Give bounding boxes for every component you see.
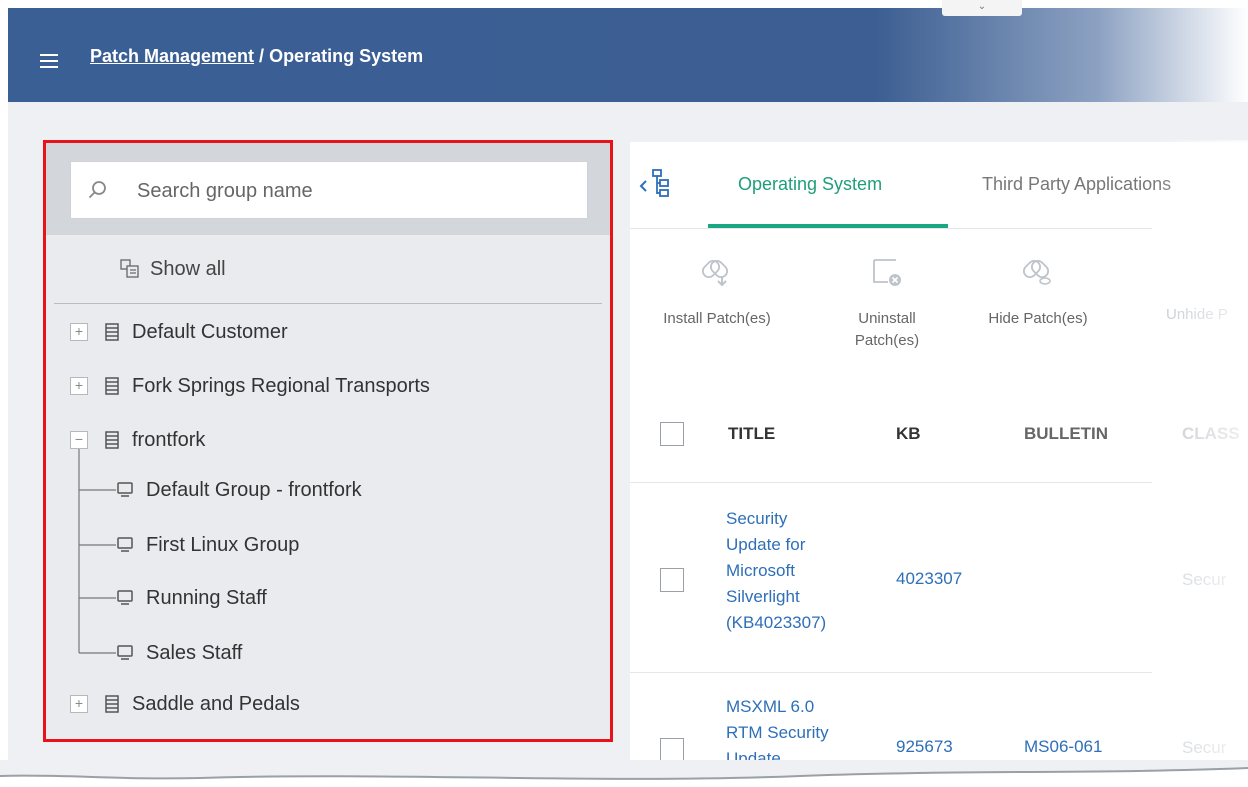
expand-icon[interactable]: + [70, 695, 88, 713]
title-line: Security [726, 509, 788, 528]
title-line: RTM Security [726, 723, 829, 742]
patch-panel: Operating System Third Party Application… [630, 142, 1248, 762]
company-icon [105, 695, 119, 713]
column-header-kb[interactable]: KB [896, 424, 921, 444]
divider [630, 228, 1152, 229]
title-line: (KB4023307) [726, 613, 827, 632]
bulletin-link[interactable]: MS06-061 [1024, 734, 1102, 760]
column-header-bulletin[interactable]: BULLETIN [1024, 424, 1108, 444]
tree-item-first-linux-group[interactable]: First Linux Group [116, 530, 299, 560]
tab-third-party-applications[interactable]: Third Party Applications [982, 174, 1171, 195]
expand-icon[interactable]: + [70, 323, 88, 341]
unhide-patches-button[interactable]: Unhide P [1166, 254, 1248, 326]
column-header-classification[interactable]: CLASS [1182, 424, 1240, 444]
collapse-header-tab[interactable]: ⌄ [942, 0, 1022, 16]
tree-item-label: First Linux Group [146, 533, 300, 556]
tree-item-running-staff[interactable]: Running Staff [116, 583, 267, 613]
column-header-title[interactable]: TITLE [728, 424, 775, 444]
hide-patches-label: Hide Patch(es) [988, 310, 1088, 327]
kb-link[interactable]: 4023307 [896, 566, 962, 592]
row-checkbox[interactable] [660, 568, 684, 592]
expand-icon[interactable]: + [70, 377, 88, 395]
device-group-icon [117, 645, 133, 660]
install-patches-button[interactable]: Install Patch(es) [642, 254, 792, 330]
company-icon [105, 323, 119, 341]
tree-item-frontfork[interactable]: − frontfork [70, 425, 205, 455]
company-icon [105, 431, 119, 449]
toggle-tree-icon[interactable] [636, 166, 670, 200]
title-line: Update for [726, 535, 806, 554]
divider [630, 482, 1152, 483]
tree-item-default-customer[interactable]: + Default Customer [70, 317, 288, 347]
hide-patches-button[interactable]: Hide Patch(es) [976, 254, 1100, 330]
tree-item-label: Sales Staff [146, 641, 243, 664]
tree-item-label: Running Staff [146, 586, 267, 609]
hamburger-menu-icon[interactable] [40, 54, 58, 68]
uninstall-patches-label-line1: Uninstall [858, 310, 916, 327]
tree-item-default-group-frontfork[interactable]: Default Group - frontfork [116, 475, 362, 505]
select-all-checkbox[interactable] [660, 422, 684, 446]
tree-item-sales-staff[interactable]: Sales Staff [116, 638, 242, 668]
breadcrumb: Patch Management / Operating System [90, 46, 423, 67]
group-tree-sidebar: Show all + Default Customer + [43, 140, 613, 742]
panel-tabs-bar: Operating System Third Party Application… [630, 142, 1248, 228]
patch-title-link[interactable]: Security Update for Microsoft Silverligh… [726, 506, 826, 636]
divider [630, 672, 1152, 673]
device-group-icon [117, 482, 133, 497]
uninstall-patches-label-line2: Patch(es) [854, 332, 920, 349]
tree-item-label: Default Group - frontfork [146, 478, 362, 501]
breadcrumb-current: Operating System [269, 46, 424, 66]
tree-item-label: Saddle and Pedals [132, 692, 300, 715]
device-group-icon [117, 590, 133, 605]
install-patch-icon [701, 259, 729, 287]
torn-edge [0, 760, 1248, 787]
tree-item-fork-springs[interactable]: + Fork Springs Regional Transports [70, 371, 430, 401]
tree-item-label: frontfork [132, 428, 206, 451]
patch-title-link[interactable]: MSXML 6.0 RTM Security Update [726, 694, 829, 762]
install-patches-label: Install Patch(es) [663, 310, 771, 327]
collapse-icon[interactable]: − [70, 431, 88, 449]
breadcrumb-separator: / [254, 46, 270, 66]
tab-operating-system[interactable]: Operating System [738, 174, 882, 195]
tree-item-saddle-and-pedals[interactable]: + Saddle and Pedals [70, 689, 300, 719]
kb-link[interactable]: 925673 [896, 734, 953, 760]
classification-cell: Secur [1182, 738, 1227, 757]
title-line: MSXML 6.0 [726, 697, 815, 716]
tree-item-label: Fork Springs Regional Transports [132, 374, 430, 397]
uninstall-patch-icon [873, 259, 901, 286]
title-line: Silverlight [726, 587, 800, 606]
row-checkbox[interactable] [660, 738, 684, 762]
company-icon [105, 377, 119, 395]
title-line: Microsoft [726, 561, 795, 580]
device-group-icon [117, 537, 133, 552]
classification-cell: Secur [1182, 570, 1227, 589]
tree-item-label: Default Customer [132, 320, 288, 343]
unhide-patches-label: Unhide P [1166, 306, 1228, 323]
uninstall-patches-button[interactable]: Uninstall Patch(es) [832, 254, 942, 352]
top-header: Patch Management / Operating System [8, 8, 1248, 102]
breadcrumb-patch-management-link[interactable]: Patch Management [90, 46, 254, 66]
hide-patch-icon [1022, 259, 1051, 285]
